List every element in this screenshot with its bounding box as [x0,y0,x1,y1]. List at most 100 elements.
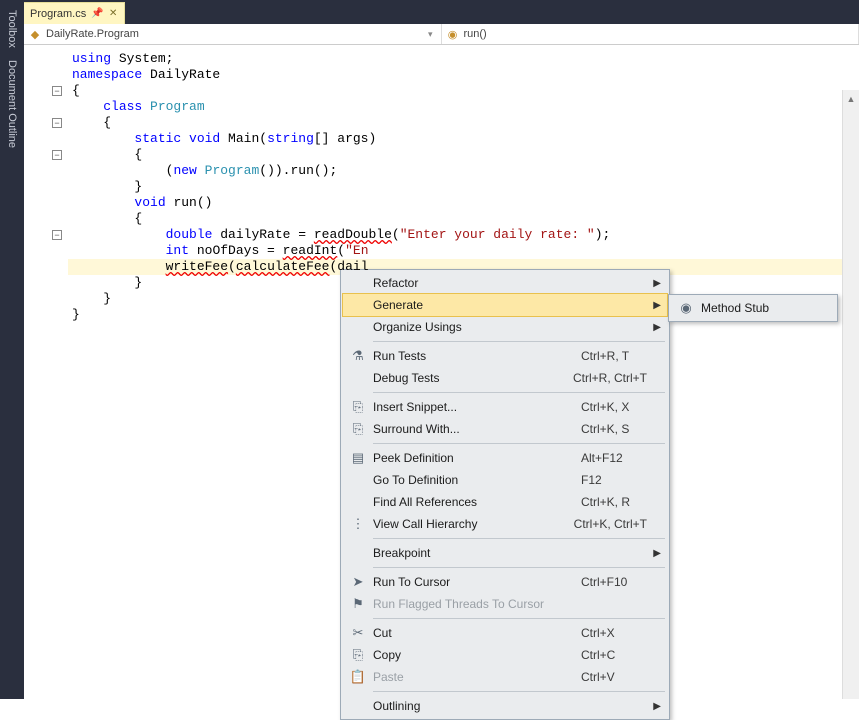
nav-class-label: DailyRate.Program [46,28,139,40]
fold-toggle[interactable]: − [52,150,62,160]
peek-icon: ▤ [345,450,371,466]
code-line[interactable]: namespace DailyRate [72,67,859,83]
snippet-icon: ⎘ [345,399,371,415]
class-icon: ◆ [28,27,42,41]
chevron-down-icon: ▾ [428,29,437,40]
menu-label: Insert Snippet... [371,400,557,414]
context-menu: Refactor▶Generate▶Organize Usings▶⚗Run T… [340,269,670,720]
menu-item-debug-tests[interactable]: Debug TestsCtrl+R, Ctrl+T [343,367,667,389]
chevron-right-icon: ▶ [653,548,661,559]
menu-label: Surround With... [371,422,557,436]
sidebar-tab-toolbox[interactable]: Toolbox [4,4,20,54]
menu-item-run-to-cursor[interactable]: ➤Run To CursorCtrl+F10 [343,571,667,593]
menu-shortcut: Ctrl+K, Ctrl+T [550,517,647,531]
menu-shortcut: Ctrl+F10 [557,575,647,589]
cursor-icon: ➤ [345,574,371,590]
menu-separator [373,392,665,393]
close-icon[interactable]: ✕ [108,9,118,19]
fold-toggle[interactable]: − [52,86,62,96]
menu-item-paste: 📋PasteCtrl+V [343,666,667,688]
menu-label: Run Flagged Threads To Cursor [371,597,647,611]
menu-label: Debug Tests [371,371,549,385]
code-line[interactable]: writeFee(calculateFee(dail [72,259,859,275]
menu-item-go-to-definition[interactable]: Go To DefinitionF12 [343,469,667,491]
copy-icon: ⎘ [345,647,371,663]
menu-shortcut: Ctrl+R, T [557,349,647,363]
nav-method-dropdown[interactable]: ◉ run() [442,24,859,44]
menu-item-view-call-hierarchy[interactable]: ⋮View Call HierarchyCtrl+K, Ctrl+T [343,513,667,535]
menu-item-cut[interactable]: ✂CutCtrl+X [343,622,667,644]
nav-class-dropdown[interactable]: ◆ DailyRate.Program ▾ [24,24,442,44]
paste-icon: 📋 [345,669,371,685]
menu-item-run-tests[interactable]: ⚗Run TestsCtrl+R, T [343,345,667,367]
code-line[interactable]: } [72,307,859,323]
menu-item-copy[interactable]: ⎘CopyCtrl+C [343,644,667,666]
tab-filename: Program.cs [30,8,86,20]
menu-item-outlining[interactable]: Outlining ▶ [343,695,667,717]
flag-icon: ⚑ [345,596,371,612]
menu-label: Outlining [371,699,647,713]
pin-icon[interactable]: 📌 [92,9,102,19]
menu-item-peek-definition[interactable]: ▤Peek DefinitionAlt+F12 [343,447,667,469]
cut-icon: ✂ [345,625,371,641]
menu-separator [373,567,665,568]
menu-label: Peek Definition [371,451,557,465]
code-line[interactable]: { [72,147,859,163]
code-line[interactable]: class Program [72,99,859,115]
code-line[interactable]: { [72,83,859,99]
chevron-right-icon: ▶ [653,701,661,712]
editor-gutter: − − − − [24,45,68,699]
code-line[interactable]: double dailyRate = readDouble("Enter you… [72,227,859,243]
menu-shortcut: Ctrl+K, R [557,495,647,509]
menu-label: Cut [371,626,557,640]
code-line[interactable]: { [72,211,859,227]
menu-separator [373,691,665,692]
sidebar-tab-document-outline[interactable]: Document Outline [4,54,20,154]
menu-shortcut: Ctrl+K, S [557,422,647,436]
menu-shortcut: Ctrl+X [557,626,647,640]
code-line[interactable]: int noOfDays = readInt("En [72,243,859,259]
menu-item-insert-snippet[interactable]: ⎘Insert Snippet...Ctrl+K, X [343,396,667,418]
menu-label: Copy [371,648,557,662]
code-line[interactable]: static void Main(string[] args) [72,131,859,147]
code-line[interactable]: (new Program()).run(); [72,163,859,179]
menu-shortcut: F12 [557,473,647,487]
menu-separator [373,538,665,539]
fold-toggle[interactable]: − [52,230,62,240]
menu-label: Find All References [371,495,557,509]
menu-label: Go To Definition [371,473,557,487]
menu-separator [373,618,665,619]
menu-shortcut: Ctrl+C [557,648,647,662]
editor-tab-program[interactable]: Program.cs 📌 ✕ [24,2,125,24]
menu-item-surround-with[interactable]: ⎘Surround With...Ctrl+K, S [343,418,667,440]
method-icon: ◉ [446,27,460,41]
menu-item-breakpoint[interactable]: Breakpoint ▶ [343,542,667,564]
code-line[interactable]: { [72,115,859,131]
menu-shortcut: Ctrl+K, X [557,400,647,414]
menu-shortcut: Ctrl+R, Ctrl+T [549,371,647,385]
code-nav-bar: ◆ DailyRate.Program ▾ ◉ run() [24,24,859,45]
menu-item-run-flagged-threads-to-cursor: ⚑Run Flagged Threads To Cursor [343,593,667,615]
code-line[interactable]: } [72,179,859,195]
sidebar-toolwindows: Toolbox Document Outline [0,0,24,699]
menu-label: Breakpoint [371,546,647,560]
code-line[interactable]: } [72,275,859,291]
menu-shortcut: Alt+F12 [557,451,647,465]
hierarchy-icon: ⋮ [345,516,371,532]
fold-toggle[interactable]: − [52,118,62,128]
menu-label: View Call Hierarchy [371,517,550,531]
editor-tabbar: Program.cs 📌 ✕ [24,0,859,24]
chevron-right-icon: ▶ [653,322,661,333]
menu-label: Run To Cursor [371,575,557,589]
code-line[interactable]: using System; [72,51,859,67]
menu-separator [373,341,665,342]
menu-item-find-all-references[interactable]: Find All ReferencesCtrl+K, R [343,491,667,513]
surround-icon: ⎘ [345,421,371,437]
code-line[interactable]: void run() [72,195,859,211]
nav-method-label: run() [464,28,487,40]
menu-label: Paste [371,670,557,684]
flask-icon: ⚗ [345,348,371,364]
menu-separator [373,443,665,444]
code-line[interactable]: } [72,291,859,307]
menu-label: Run Tests [371,349,557,363]
